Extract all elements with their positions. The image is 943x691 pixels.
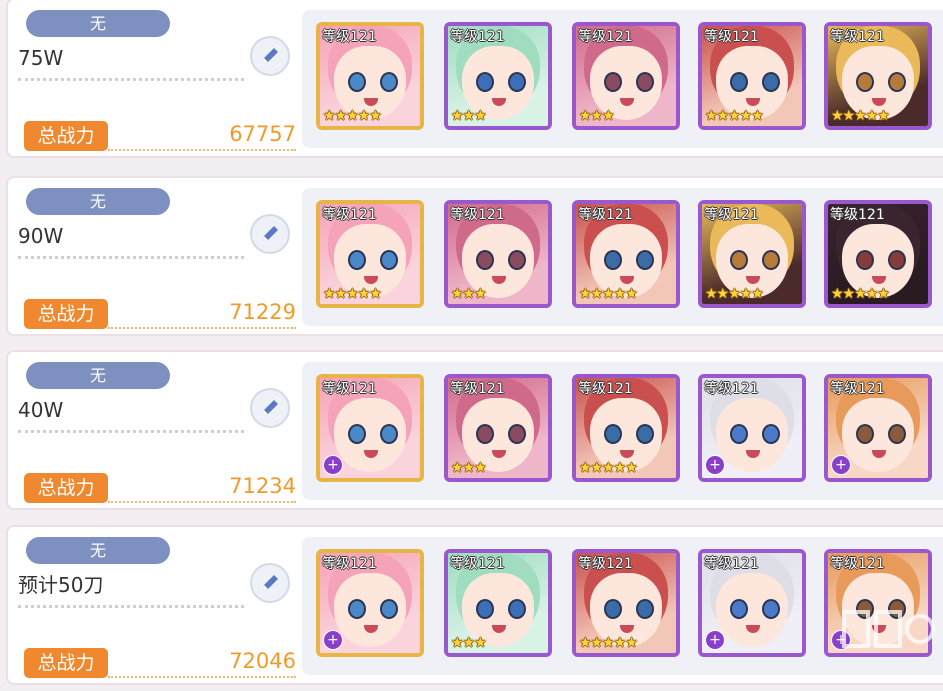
character-level: 等级121 xyxy=(578,556,633,572)
star-rating: ★★★★★ xyxy=(579,460,638,476)
team-row: 无 预计50刀 总战力 72046 等级121 + 等级121 ★★★ 等级121 ★… xyxy=(6,525,943,685)
rank-up-icon: + xyxy=(831,455,851,475)
character-level: 等级121 xyxy=(578,207,633,223)
total-power-value: 72046 xyxy=(108,646,296,678)
character-level: 等级121 xyxy=(322,29,377,45)
rank-up-icon: + xyxy=(323,630,343,650)
team-tag: 无 xyxy=(26,362,170,389)
pencil-icon xyxy=(263,48,278,63)
character-level: 等级121 xyxy=(830,556,885,572)
character-card[interactable]: 等级121 + xyxy=(698,549,806,657)
team-note: 90W xyxy=(18,220,244,259)
star-rating: ★★★ xyxy=(451,635,487,651)
team-row: 无 40W 总战力 71234 等级121 + 等级121 ★★★ 等级121 ★★★… xyxy=(6,350,943,510)
character-level: 等级121 xyxy=(704,29,759,45)
total-power-value: 67757 xyxy=(108,119,296,151)
character-card[interactable]: 等级121 ★★★★★ xyxy=(572,374,680,482)
character-card[interactable]: 等级121 ★★★★★ xyxy=(572,549,680,657)
character-level: 等级121 xyxy=(578,29,633,45)
rank-up-icon: + xyxy=(705,630,725,650)
character-card[interactable]: 等级121 ★★★ xyxy=(444,374,552,482)
character-level: 等级121 xyxy=(450,556,505,572)
star-rating: ★★★★★ xyxy=(579,635,638,651)
character-card[interactable]: 等级121 ★★★ xyxy=(444,200,552,308)
star-rating: ★★★★★ xyxy=(831,108,890,124)
total-power-label: 总战力 xyxy=(24,648,108,678)
star-rating: ★★★★★ xyxy=(705,108,764,124)
star-rating: ★★★ xyxy=(451,460,487,476)
star-rating: ★★★★★ xyxy=(579,286,638,302)
star-rating: ★★★ xyxy=(451,286,487,302)
character-card[interactable]: 等级121 + xyxy=(824,374,932,482)
pencil-icon xyxy=(263,226,278,241)
character-level: 等级121 xyxy=(830,29,885,45)
character-level: 等级121 xyxy=(830,381,885,397)
team-row: 无 75W 总战力 67757 等级121 ★★★★★ 等级121 ★★★ 等级12… xyxy=(6,0,943,158)
team-note: 40W xyxy=(18,394,244,433)
edit-button[interactable] xyxy=(250,214,290,254)
character-level: 等级121 xyxy=(704,207,759,223)
character-card[interactable]: 等级121 + xyxy=(698,374,806,482)
character-card[interactable]: 等级121 ★★★★★ xyxy=(824,200,932,308)
team-note: 预计50刀 xyxy=(18,569,244,608)
character-card[interactable]: 等级121 ★★★★★ xyxy=(316,200,424,308)
character-level: 等级121 xyxy=(322,556,377,572)
watermark-logo xyxy=(840,604,936,668)
team-tag: 无 xyxy=(26,10,170,37)
star-rating: ★★★★★ xyxy=(705,286,764,302)
character-card[interactable]: 等级121 + xyxy=(316,374,424,482)
character-level: 等级121 xyxy=(704,381,759,397)
pencil-icon xyxy=(263,575,278,590)
character-level: 等级121 xyxy=(704,556,759,572)
character-lineup: 等级121 ★★★★★ 等级121 ★★★ 等级121 ★★★ 等级121 ★★★★★ … xyxy=(302,10,943,148)
team-note: 75W xyxy=(18,42,244,81)
character-card[interactable]: 等级121 ★★★ xyxy=(444,549,552,657)
character-card[interactable]: 等级121 + xyxy=(316,549,424,657)
star-rating: ★★★ xyxy=(579,108,615,124)
total-power-label: 总战力 xyxy=(24,473,108,503)
team-row: 无 90W 总战力 71229 等级121 ★★★★★ 等级121 ★★★ 等级12… xyxy=(6,176,943,336)
character-level: 等级121 xyxy=(322,381,377,397)
character-level: 等级121 xyxy=(322,207,377,223)
character-level: 等级121 xyxy=(450,29,505,45)
edit-button[interactable] xyxy=(250,36,290,76)
star-rating: ★★★★★ xyxy=(323,286,382,302)
rank-up-icon: + xyxy=(705,455,725,475)
character-card[interactable]: 等级121 ★★★ xyxy=(444,22,552,130)
total-power-label: 总战力 xyxy=(24,299,108,329)
character-level: 等级121 xyxy=(450,207,505,223)
character-card[interactable]: 等级121 ★★★★★ xyxy=(824,22,932,130)
rank-up-icon: + xyxy=(323,455,343,475)
star-rating: ★★★★★ xyxy=(831,286,890,302)
character-lineup: 等级121 ★★★★★ 等级121 ★★★ 等级121 ★★★★★ 等级121 ★★★★… xyxy=(302,188,943,326)
total-power-label: 总战力 xyxy=(24,121,108,151)
character-lineup: 等级121 + 等级121 ★★★ 等级121 ★★★★★ 等级121 + 等级121 + xyxy=(302,362,943,500)
star-rating: ★★★ xyxy=(451,108,487,124)
star-rating: ★★★★★ xyxy=(323,108,382,124)
character-card[interactable]: 等级121 ★★★ xyxy=(572,22,680,130)
character-card[interactable]: 等级121 ★★★★★ xyxy=(698,200,806,308)
character-card[interactable]: 等级121 ★★★★★ xyxy=(698,22,806,130)
edit-button[interactable] xyxy=(250,388,290,428)
character-level: 等级121 xyxy=(578,381,633,397)
team-tag: 无 xyxy=(26,537,170,564)
character-level: 等级121 xyxy=(450,381,505,397)
team-tag: 无 xyxy=(26,188,170,215)
character-level: 等级121 xyxy=(830,207,885,223)
character-card[interactable]: 等级121 ★★★★★ xyxy=(572,200,680,308)
total-power-value: 71229 xyxy=(108,297,296,329)
pencil-icon xyxy=(263,400,278,415)
edit-button[interactable] xyxy=(250,563,290,603)
character-card[interactable]: 等级121 ★★★★★ xyxy=(316,22,424,130)
total-power-value: 71234 xyxy=(108,471,296,503)
